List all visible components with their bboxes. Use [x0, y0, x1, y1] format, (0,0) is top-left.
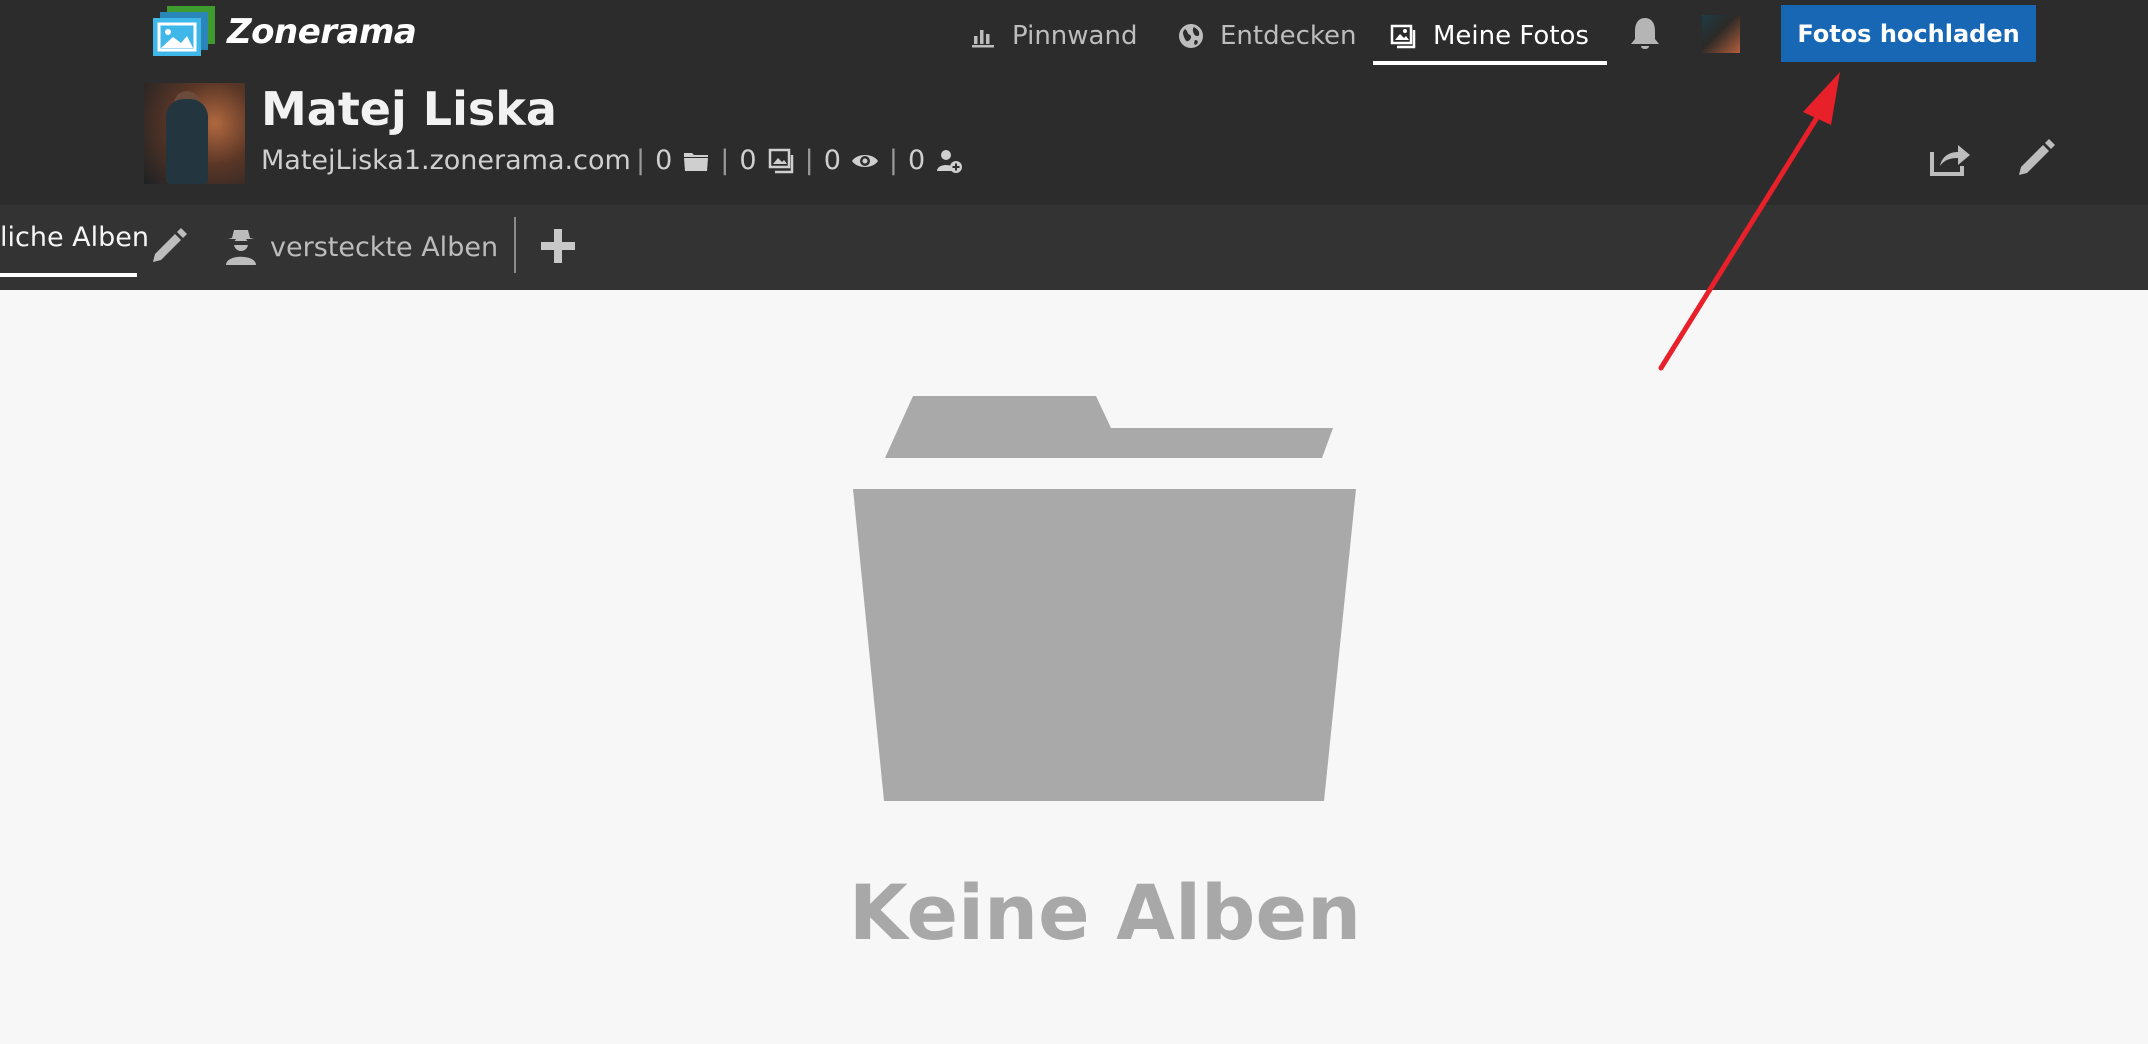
photos-count: 0: [739, 145, 757, 176]
stat-separator: |: [888, 145, 898, 176]
nav-label: Pinnwand: [1012, 21, 1138, 51]
profile-avatar: [144, 83, 245, 184]
share-icon[interactable]: [1928, 140, 1972, 178]
user-avatar[interactable]: [1702, 15, 1740, 53]
tab-active-underline: [0, 273, 137, 277]
nav-item-meine-fotos[interactable]: Meine Fotos: [1389, 8, 1589, 64]
globe-icon: [1179, 24, 1203, 48]
tab-label: versteckte Alben: [270, 231, 499, 263]
add-follower-icon: [937, 149, 963, 173]
profile-stats: | 0 | 0 | 0 | 0: [636, 145, 963, 176]
photos-icon: [1390, 24, 1416, 49]
followers-count: 0: [908, 145, 926, 176]
nav-item-pinnwand[interactable]: Pinnwand: [968, 8, 1137, 64]
albums-count: 0: [655, 145, 673, 176]
bar-chart-icon: [972, 30, 994, 48]
tab-divider: [514, 217, 516, 273]
nav-label: Entdecken: [1220, 21, 1357, 51]
bell-icon[interactable]: [1627, 15, 1663, 53]
zonerama-logo-icon: [153, 6, 215, 56]
profile-url[interactable]: MatejLiska1.zonerama.com: [261, 145, 631, 176]
add-album-icon[interactable]: [538, 226, 578, 266]
stat-separator: |: [636, 145, 646, 176]
stat-separator: |: [720, 145, 730, 176]
pencil-icon[interactable]: [150, 227, 188, 265]
upload-photos-button[interactable]: Fotos hochladen: [1781, 5, 2036, 62]
incognito-icon: [226, 230, 256, 265]
tab-public-albums[interactable]: liche Alben: [0, 222, 149, 253]
empty-folder-icon: [853, 396, 1356, 801]
nav-label: Meine Fotos: [1433, 21, 1589, 51]
logo[interactable]: Zonerama: [153, 5, 417, 59]
eye-icon: [851, 154, 878, 167]
folder-icon: [684, 152, 709, 171]
empty-state-text: Keine Alben: [848, 868, 1362, 957]
brand-name: Zonerama: [227, 12, 417, 52]
profile-name: Matej Liska: [261, 82, 557, 136]
nav-item-entdecken[interactable]: Entdecken: [1176, 8, 1357, 64]
stat-separator: |: [804, 145, 814, 176]
views-count: 0: [823, 145, 841, 176]
edit-profile-icon[interactable]: [2015, 137, 2057, 179]
nav-active-underline: [1373, 61, 1607, 65]
tab-hidden-albums[interactable]: versteckte Alben: [224, 228, 498, 266]
photos-icon: [768, 148, 793, 173]
